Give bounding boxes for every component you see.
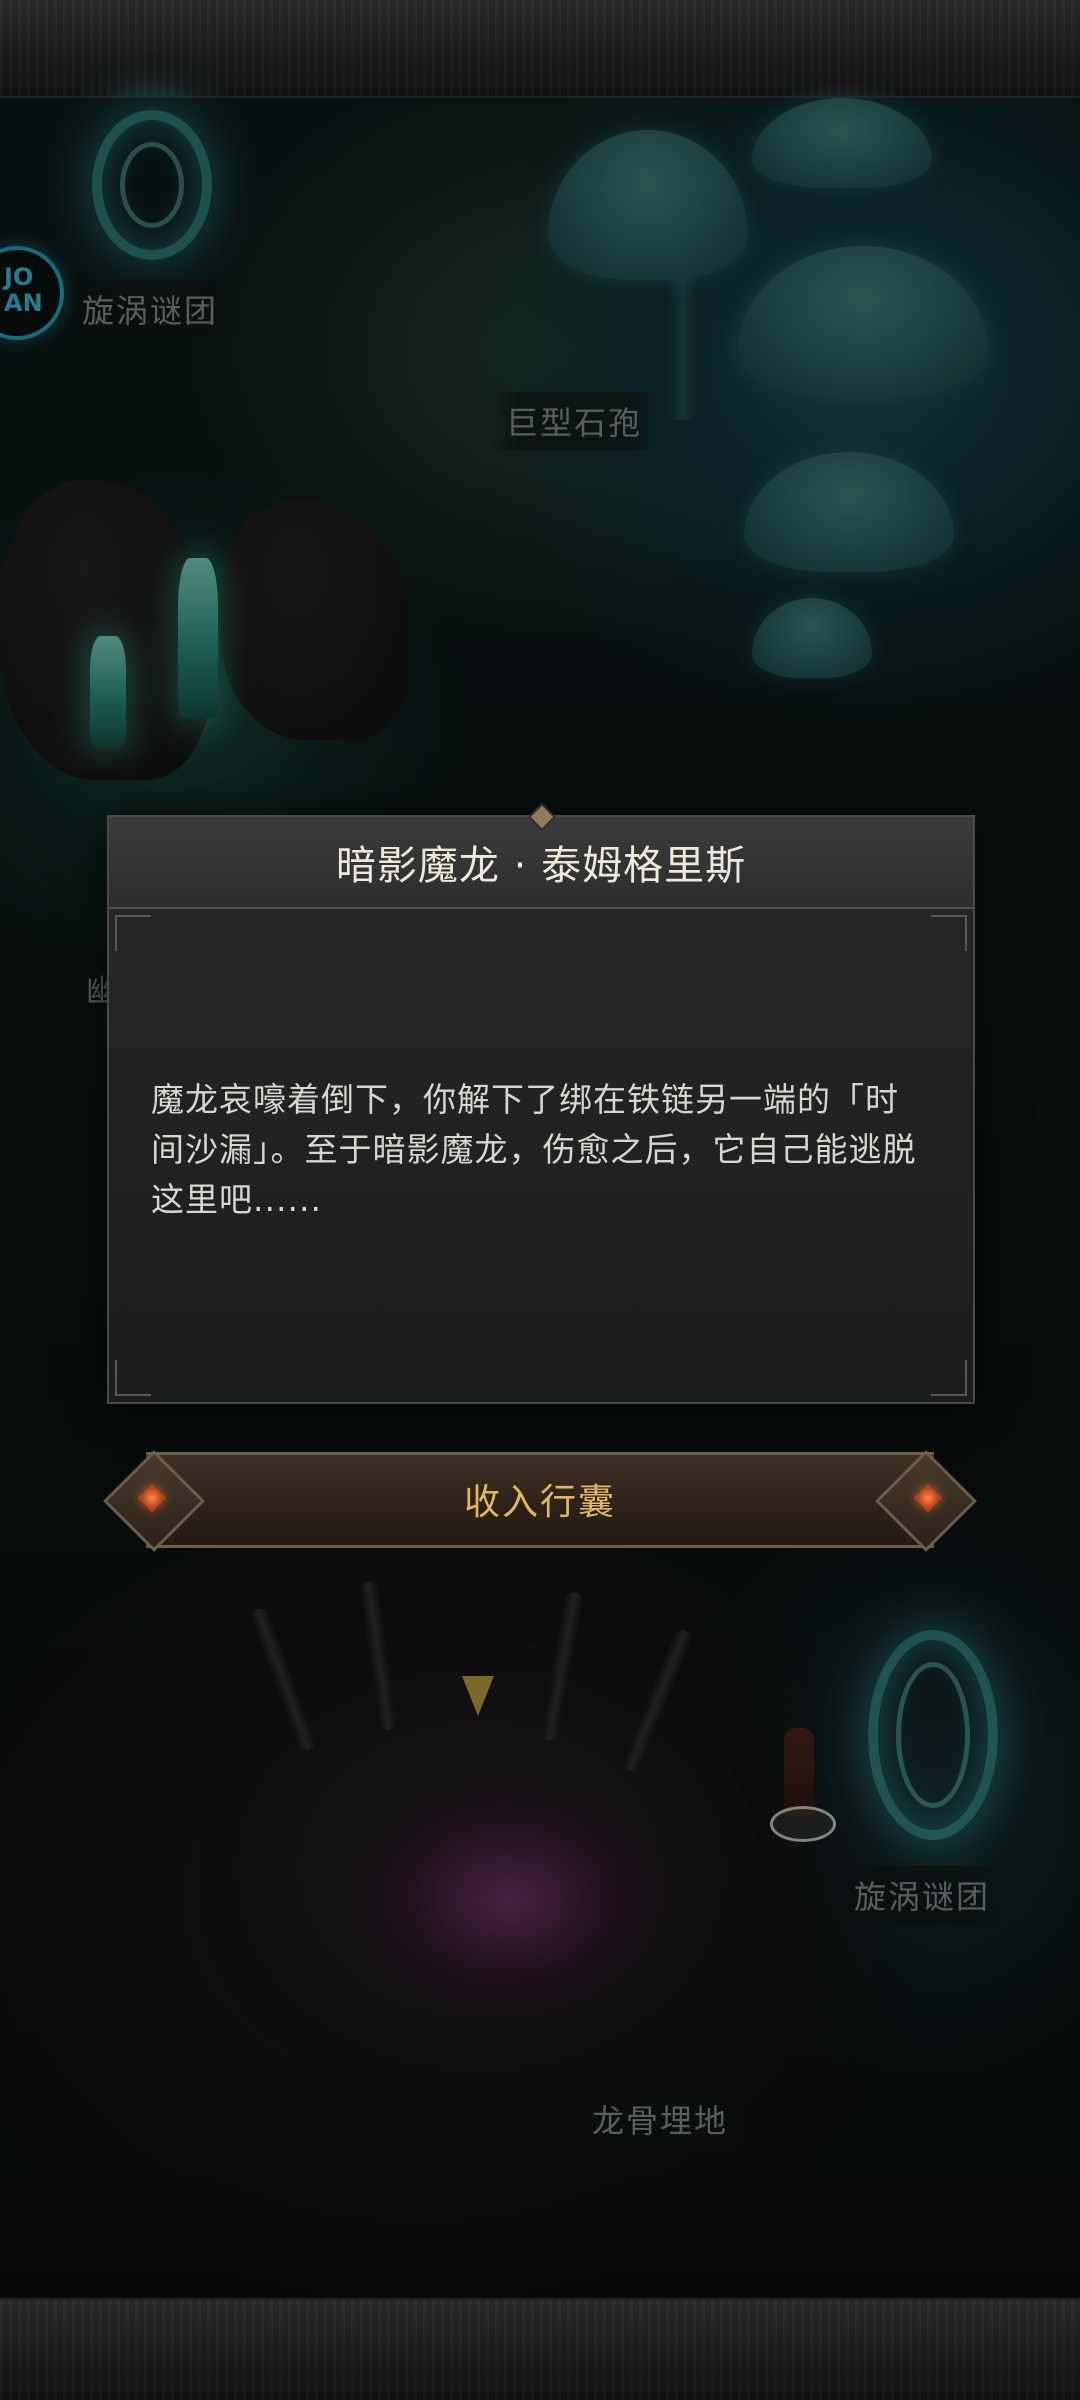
dialog-body-text: 魔龙哀嚎着倒下，你解下了绑在铁链另一端的「时间沙漏」。至于暗影魔龙，伤愈之后，它… <box>151 1080 917 1219</box>
dialog-title: 暗影魔龙 · 泰姆格里斯 <box>335 843 747 889</box>
corner-ornament <box>931 1360 967 1396</box>
collect-button[interactable]: 收入行囊 <box>103 1450 977 1552</box>
game-stage: 旋涡谜团 巨型石孢 幽 旋涡谜团 龙骨埋地 JO AN 暗影魔龙 · 泰姆格里斯… <box>0 0 1080 2400</box>
corner-ornament <box>115 915 151 951</box>
top-frame-bar <box>0 0 1080 98</box>
collect-button-label: 收入行囊 <box>463 1482 616 1523</box>
event-dialog: 暗影魔龙 · 泰姆格里斯 魔龙哀嚎着倒下，你解下了绑在铁链另一端的「时间沙漏」。… <box>107 802 975 1404</box>
corner-ornament <box>931 915 967 951</box>
bottom-frame-bar <box>0 2298 1080 2400</box>
corner-ornament <box>115 1360 151 1396</box>
